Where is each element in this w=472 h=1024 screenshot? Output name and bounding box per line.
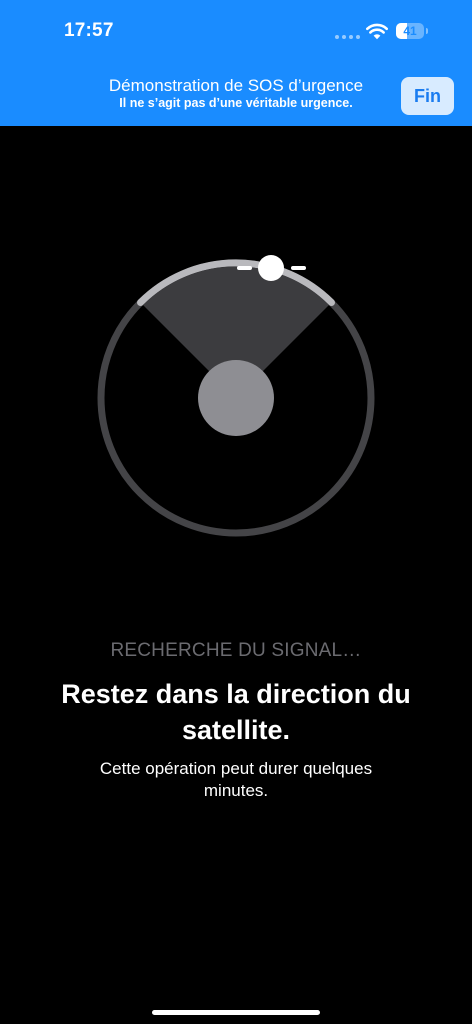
wifi-icon bbox=[366, 23, 388, 40]
battery-level: 41 bbox=[403, 24, 417, 38]
banner-title: Démonstration de SOS d’urgence bbox=[108, 76, 364, 95]
demo-banner: 17:57 41 Démonstration de SOS d’urgence … bbox=[0, 0, 472, 126]
home-indicator[interactable] bbox=[152, 1010, 320, 1015]
search-status: RECHERCHE DU SIGNAL… bbox=[110, 640, 362, 661]
status-time: 17:57 bbox=[64, 20, 114, 41]
instruction-headline: Restez dans la direction du satellite. bbox=[61, 679, 411, 745]
cellular-signal-icon bbox=[335, 35, 360, 39]
banner-subtitle: Il ne s’agit pas d’une véritable urgence… bbox=[119, 96, 353, 110]
done-button[interactable]: Fin bbox=[401, 77, 454, 115]
satellite-direction-dial bbox=[97, 255, 375, 537]
battery-icon: 41 bbox=[396, 23, 428, 39]
user-position-dot bbox=[198, 360, 274, 436]
instruction-description: Cette opération peut durer quelques minu… bbox=[99, 759, 373, 800]
